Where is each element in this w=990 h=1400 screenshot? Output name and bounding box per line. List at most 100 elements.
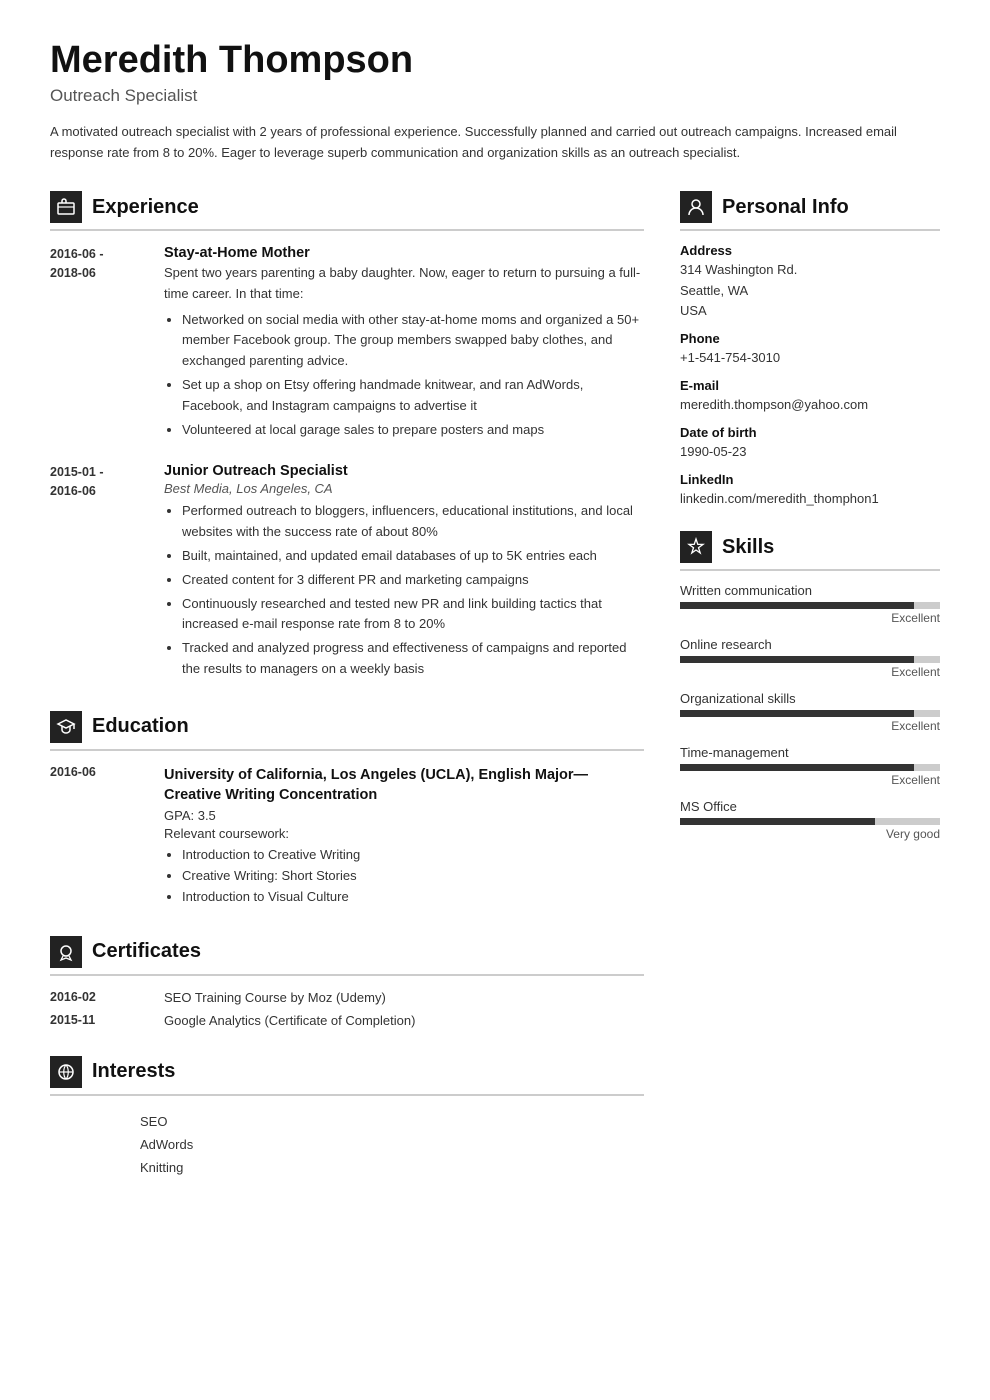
info-address-label: Address (680, 243, 940, 258)
skills-section: Skills Written communication Excellent O… (680, 531, 940, 841)
skill-bar-bg-time-mgmt (680, 764, 940, 771)
exp-bullets-1: Networked on social media with other sta… (164, 310, 644, 441)
list-item: Set up a shop on Etsy offering handmade … (182, 375, 644, 417)
interests-section: Interests SEO AdWords Knitting (50, 1056, 644, 1179)
skill-name-time-mgmt: Time-management (680, 745, 940, 760)
skill-bar-fill-online-research (680, 656, 914, 663)
education-header: Education (50, 711, 644, 751)
info-email: E-mail meredith.thompson@yahoo.com (680, 378, 940, 415)
skill-bar-bg-ms-office (680, 818, 940, 825)
exp-content-2: Junior Outreach Specialist Best Media, L… (164, 463, 644, 682)
list-item: Networked on social media with other sta… (182, 310, 644, 372)
edu-coursework-label: Relevant coursework: (164, 826, 644, 841)
education-title: Education (92, 715, 189, 738)
skill-org-skills: Organizational skills Excellent (680, 691, 940, 733)
exp-job-title-2: Junior Outreach Specialist (164, 463, 644, 479)
skills-title: Skills (722, 536, 774, 559)
info-dob-value: 1990-05-23 (680, 442, 940, 462)
skill-ms-office: MS Office Very good (680, 799, 940, 841)
info-linkedin-value: linkedin.com/meredith_thomphon1 (680, 489, 940, 509)
info-linkedin-label: LinkedIn (680, 472, 940, 487)
cert-name-2: Google Analytics (Certificate of Complet… (164, 1013, 415, 1028)
list-item: Performed outreach to bloggers, influenc… (182, 501, 644, 543)
exp-company-2: Best Media, Los Angeles, CA (164, 481, 644, 496)
left-column: Experience 2016-06 -2018-06 Stay-at-Home… (50, 191, 644, 1206)
main-layout: Experience 2016-06 -2018-06 Stay-at-Home… (50, 191, 940, 1206)
exp-entry-1: 2016-06 -2018-06 Stay-at-Home Mother Spe… (50, 245, 644, 443)
skill-bar-fill-written-comm (680, 602, 914, 609)
skill-bar-fill-org-skills (680, 710, 914, 717)
right-column: Personal Info Address 314 Washington Rd.… (680, 191, 940, 1206)
list-item: Built, maintained, and updated email dat… (182, 546, 644, 567)
resume-header: Meredith Thompson Outreach Specialist A … (50, 40, 940, 163)
education-section: Education 2016-06 University of Californ… (50, 711, 644, 908)
skill-name-org-skills: Organizational skills (680, 691, 940, 706)
certificates-header: Certificates (50, 936, 644, 976)
skill-level-ms-office: Very good (680, 827, 940, 841)
info-email-label: E-mail (680, 378, 940, 393)
skills-icon (680, 531, 712, 563)
edu-content-1: University of California, Los Angeles (U… (164, 765, 644, 908)
info-dob: Date of birth 1990-05-23 (680, 425, 940, 462)
edu-school-1: University of California, Los Angeles (U… (164, 765, 644, 806)
personal-info-header: Personal Info (680, 191, 940, 231)
edu-gpa-1: GPA: 3.5 (164, 808, 644, 823)
info-address: Address 314 Washington Rd.Seattle, WAUSA (680, 243, 940, 320)
cert-date-1: 2016-02 (50, 990, 140, 1005)
exp-date-2: 2015-01 -2016-06 (50, 463, 140, 682)
interest-item-seo: SEO (50, 1110, 644, 1133)
certificates-icon (50, 936, 82, 968)
skill-bar-fill-time-mgmt (680, 764, 914, 771)
skill-name-written-comm: Written communication (680, 583, 940, 598)
experience-header: Experience (50, 191, 644, 231)
exp-date-1: 2016-06 -2018-06 (50, 245, 140, 443)
personal-info-title: Personal Info (722, 196, 849, 219)
skill-name-online-research: Online research (680, 637, 940, 652)
cert-date-2: 2015-11 (50, 1013, 140, 1028)
info-address-value: 314 Washington Rd.Seattle, WAUSA (680, 260, 940, 320)
skill-bar-bg-online-research (680, 656, 940, 663)
list-item: Continuously researched and tested new P… (182, 594, 644, 636)
skill-level-time-mgmt: Excellent (680, 773, 940, 787)
interests-title: Interests (92, 1060, 175, 1083)
skill-level-online-research: Excellent (680, 665, 940, 679)
skill-name-ms-office: MS Office (680, 799, 940, 814)
skill-level-org-skills: Excellent (680, 719, 940, 733)
interests-icon (50, 1056, 82, 1088)
interest-item-adwords: AdWords (50, 1133, 644, 1156)
info-phone: Phone +1-541-754-3010 (680, 331, 940, 368)
experience-icon (50, 191, 82, 223)
interests-header: Interests (50, 1056, 644, 1096)
info-phone-value: +1-541-754-3010 (680, 348, 940, 368)
info-linkedin: LinkedIn linkedin.com/meredith_thomphon1 (680, 472, 940, 509)
certificates-title: Certificates (92, 940, 201, 963)
personal-info-section: Personal Info Address 314 Washington Rd.… (680, 191, 940, 509)
exp-desc-1: Spent two years parenting a baby daughte… (164, 263, 644, 303)
interest-item-knitting: Knitting (50, 1156, 644, 1179)
info-email-value: meredith.thompson@yahoo.com (680, 395, 940, 415)
candidate-name: Meredith Thompson (50, 40, 940, 82)
certificates-section: Certificates 2016-02 SEO Training Course… (50, 936, 644, 1028)
skill-bar-bg-org-skills (680, 710, 940, 717)
candidate-title: Outreach Specialist (50, 86, 940, 106)
education-icon (50, 711, 82, 743)
list-item: Introduction to Creative Writing (182, 845, 644, 866)
cert-entry-2: 2015-11 Google Analytics (Certificate of… (50, 1013, 644, 1028)
skill-bar-bg-written-comm (680, 602, 940, 609)
exp-entry-2: 2015-01 -2016-06 Junior Outreach Special… (50, 463, 644, 682)
skill-bar-fill-ms-office (680, 818, 875, 825)
skill-time-mgmt: Time-management Excellent (680, 745, 940, 787)
experience-title: Experience (92, 196, 199, 219)
info-dob-label: Date of birth (680, 425, 940, 440)
interests-list: SEO AdWords Knitting (50, 1110, 644, 1179)
skill-online-research: Online research Excellent (680, 637, 940, 679)
list-item: Creative Writing: Short Stories (182, 866, 644, 887)
info-phone-label: Phone (680, 331, 940, 346)
list-item: Tracked and analyzed progress and effect… (182, 638, 644, 680)
skill-level-written-comm: Excellent (680, 611, 940, 625)
edu-entry-1: 2016-06 University of California, Los An… (50, 765, 644, 908)
exp-content-1: Stay-at-Home Mother Spent two years pare… (164, 245, 644, 443)
cert-entry-1: 2016-02 SEO Training Course by Moz (Udem… (50, 990, 644, 1005)
list-item: Volunteered at local garage sales to pre… (182, 420, 644, 441)
personal-info-icon (680, 191, 712, 223)
